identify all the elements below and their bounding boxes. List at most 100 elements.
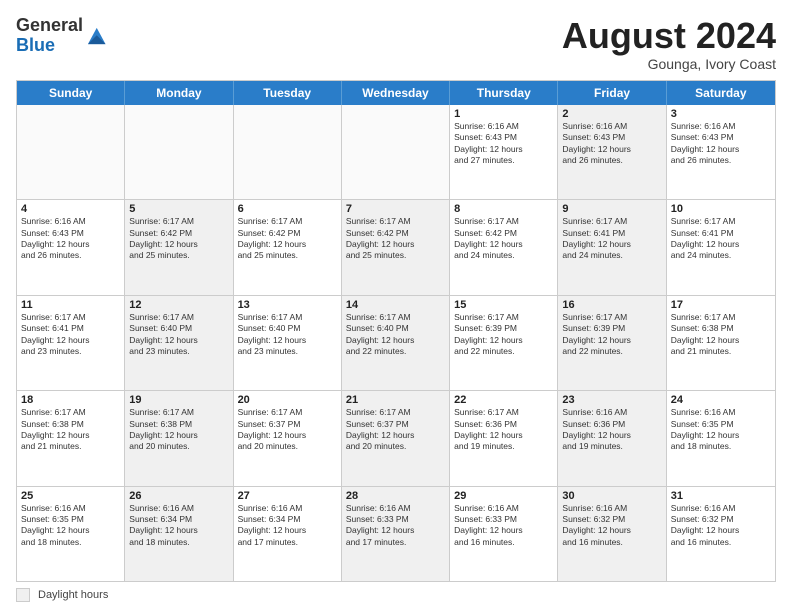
- header-day-tuesday: Tuesday: [234, 81, 342, 105]
- day-number: 23: [562, 394, 661, 406]
- day-number: 25: [21, 490, 120, 502]
- day-number: 20: [238, 394, 337, 406]
- day-number: 29: [454, 490, 553, 502]
- calendar-cell: 16Sunrise: 6:17 AM Sunset: 6:39 PM Dayli…: [558, 296, 666, 390]
- day-info: Sunrise: 6:16 AM Sunset: 6:43 PM Dayligh…: [454, 121, 553, 167]
- day-number: 14: [346, 299, 445, 311]
- day-number: 4: [21, 203, 120, 215]
- calendar-cell: 28Sunrise: 6:16 AM Sunset: 6:33 PM Dayli…: [342, 487, 450, 581]
- day-number: 18: [21, 394, 120, 406]
- calendar: SundayMondayTuesdayWednesdayThursdayFrid…: [16, 80, 776, 582]
- day-number: 8: [454, 203, 553, 215]
- day-info: Sunrise: 6:16 AM Sunset: 6:43 PM Dayligh…: [562, 121, 661, 167]
- calendar-cell: 11Sunrise: 6:17 AM Sunset: 6:41 PM Dayli…: [17, 296, 125, 390]
- day-info: Sunrise: 6:17 AM Sunset: 6:38 PM Dayligh…: [671, 312, 771, 358]
- day-info: Sunrise: 6:17 AM Sunset: 6:42 PM Dayligh…: [238, 216, 337, 262]
- calendar-cell: 29Sunrise: 6:16 AM Sunset: 6:33 PM Dayli…: [450, 487, 558, 581]
- day-number: 30: [562, 490, 661, 502]
- header-day-saturday: Saturday: [667, 81, 775, 105]
- day-number: 28: [346, 490, 445, 502]
- calendar-cell: 21Sunrise: 6:17 AM Sunset: 6:37 PM Dayli…: [342, 391, 450, 485]
- day-info: Sunrise: 6:16 AM Sunset: 6:35 PM Dayligh…: [21, 503, 120, 549]
- calendar-cell: 23Sunrise: 6:16 AM Sunset: 6:36 PM Dayli…: [558, 391, 666, 485]
- day-info: Sunrise: 6:17 AM Sunset: 6:41 PM Dayligh…: [21, 312, 120, 358]
- day-info: Sunrise: 6:16 AM Sunset: 6:33 PM Dayligh…: [454, 503, 553, 549]
- calendar-cell: 2Sunrise: 6:16 AM Sunset: 6:43 PM Daylig…: [558, 105, 666, 199]
- day-number: 11: [21, 299, 120, 311]
- page: General Blue August 2024 Gounga, Ivory C…: [0, 0, 792, 612]
- calendar-cell: [342, 105, 450, 199]
- day-info: Sunrise: 6:17 AM Sunset: 6:42 PM Dayligh…: [454, 216, 553, 262]
- calendar-cell: 24Sunrise: 6:16 AM Sunset: 6:35 PM Dayli…: [667, 391, 775, 485]
- calendar-cell: 10Sunrise: 6:17 AM Sunset: 6:41 PM Dayli…: [667, 200, 775, 294]
- day-number: 5: [129, 203, 228, 215]
- day-info: Sunrise: 6:17 AM Sunset: 6:40 PM Dayligh…: [238, 312, 337, 358]
- calendar-cell: 14Sunrise: 6:17 AM Sunset: 6:40 PM Dayli…: [342, 296, 450, 390]
- calendar-cell: 19Sunrise: 6:17 AM Sunset: 6:38 PM Dayli…: [125, 391, 233, 485]
- calendar-cell: 1Sunrise: 6:16 AM Sunset: 6:43 PM Daylig…: [450, 105, 558, 199]
- calendar-cell: 7Sunrise: 6:17 AM Sunset: 6:42 PM Daylig…: [342, 200, 450, 294]
- calendar-cell: 13Sunrise: 6:17 AM Sunset: 6:40 PM Dayli…: [234, 296, 342, 390]
- calendar-cell: 20Sunrise: 6:17 AM Sunset: 6:37 PM Dayli…: [234, 391, 342, 485]
- calendar-row-3: 18Sunrise: 6:17 AM Sunset: 6:38 PM Dayli…: [17, 390, 775, 485]
- header-day-thursday: Thursday: [450, 81, 558, 105]
- calendar-row-0: 1Sunrise: 6:16 AM Sunset: 6:43 PM Daylig…: [17, 105, 775, 199]
- day-info: Sunrise: 6:17 AM Sunset: 6:38 PM Dayligh…: [129, 407, 228, 453]
- day-number: 16: [562, 299, 661, 311]
- day-info: Sunrise: 6:16 AM Sunset: 6:32 PM Dayligh…: [562, 503, 661, 549]
- day-info: Sunrise: 6:17 AM Sunset: 6:41 PM Dayligh…: [562, 216, 661, 262]
- calendar-cell: 18Sunrise: 6:17 AM Sunset: 6:38 PM Dayli…: [17, 391, 125, 485]
- calendar-cell: 5Sunrise: 6:17 AM Sunset: 6:42 PM Daylig…: [125, 200, 233, 294]
- header-day-friday: Friday: [558, 81, 666, 105]
- day-number: 17: [671, 299, 771, 311]
- logo: General Blue: [16, 16, 107, 56]
- calendar-cell: 22Sunrise: 6:17 AM Sunset: 6:36 PM Dayli…: [450, 391, 558, 485]
- day-info: Sunrise: 6:17 AM Sunset: 6:40 PM Dayligh…: [129, 312, 228, 358]
- calendar-cell: 9Sunrise: 6:17 AM Sunset: 6:41 PM Daylig…: [558, 200, 666, 294]
- day-info: Sunrise: 6:16 AM Sunset: 6:43 PM Dayligh…: [671, 121, 771, 167]
- day-number: 12: [129, 299, 228, 311]
- day-info: Sunrise: 6:17 AM Sunset: 6:41 PM Dayligh…: [671, 216, 771, 262]
- day-number: 6: [238, 203, 337, 215]
- day-info: Sunrise: 6:16 AM Sunset: 6:36 PM Dayligh…: [562, 407, 661, 453]
- calendar-cell: 25Sunrise: 6:16 AM Sunset: 6:35 PM Dayli…: [17, 487, 125, 581]
- day-info: Sunrise: 6:17 AM Sunset: 6:38 PM Dayligh…: [21, 407, 120, 453]
- day-info: Sunrise: 6:16 AM Sunset: 6:43 PM Dayligh…: [21, 216, 120, 262]
- calendar-cell: [17, 105, 125, 199]
- calendar-cell: 17Sunrise: 6:17 AM Sunset: 6:38 PM Dayli…: [667, 296, 775, 390]
- day-info: Sunrise: 6:17 AM Sunset: 6:42 PM Dayligh…: [129, 216, 228, 262]
- month-title: August 2024: [562, 16, 776, 56]
- day-info: Sunrise: 6:17 AM Sunset: 6:37 PM Dayligh…: [346, 407, 445, 453]
- day-number: 21: [346, 394, 445, 406]
- shaded-legend-box: [16, 588, 30, 602]
- day-number: 31: [671, 490, 771, 502]
- calendar-row-1: 4Sunrise: 6:16 AM Sunset: 6:43 PM Daylig…: [17, 199, 775, 294]
- calendar-cell: 26Sunrise: 6:16 AM Sunset: 6:34 PM Dayli…: [125, 487, 233, 581]
- location: Gounga, Ivory Coast: [562, 56, 776, 72]
- logo-icon: [85, 25, 107, 47]
- day-number: 27: [238, 490, 337, 502]
- header-day-sunday: Sunday: [17, 81, 125, 105]
- day-number: 9: [562, 203, 661, 215]
- day-number: 26: [129, 490, 228, 502]
- day-info: Sunrise: 6:17 AM Sunset: 6:39 PM Dayligh…: [454, 312, 553, 358]
- day-info: Sunrise: 6:16 AM Sunset: 6:34 PM Dayligh…: [129, 503, 228, 549]
- calendar-cell: 12Sunrise: 6:17 AM Sunset: 6:40 PM Dayli…: [125, 296, 233, 390]
- calendar-cell: [234, 105, 342, 199]
- day-number: 13: [238, 299, 337, 311]
- day-info: Sunrise: 6:16 AM Sunset: 6:35 PM Dayligh…: [671, 407, 771, 453]
- day-number: 2: [562, 108, 661, 120]
- day-info: Sunrise: 6:16 AM Sunset: 6:33 PM Dayligh…: [346, 503, 445, 549]
- calendar-row-4: 25Sunrise: 6:16 AM Sunset: 6:35 PM Dayli…: [17, 486, 775, 581]
- header-day-wednesday: Wednesday: [342, 81, 450, 105]
- calendar-cell: 30Sunrise: 6:16 AM Sunset: 6:32 PM Dayli…: [558, 487, 666, 581]
- title-block: August 2024 Gounga, Ivory Coast: [562, 16, 776, 72]
- day-info: Sunrise: 6:16 AM Sunset: 6:34 PM Dayligh…: [238, 503, 337, 549]
- day-info: Sunrise: 6:17 AM Sunset: 6:36 PM Dayligh…: [454, 407, 553, 453]
- day-number: 3: [671, 108, 771, 120]
- header: General Blue August 2024 Gounga, Ivory C…: [16, 16, 776, 72]
- calendar-cell: 8Sunrise: 6:17 AM Sunset: 6:42 PM Daylig…: [450, 200, 558, 294]
- day-number: 19: [129, 394, 228, 406]
- calendar-header: SundayMondayTuesdayWednesdayThursdayFrid…: [17, 81, 775, 105]
- day-info: Sunrise: 6:16 AM Sunset: 6:32 PM Dayligh…: [671, 503, 771, 549]
